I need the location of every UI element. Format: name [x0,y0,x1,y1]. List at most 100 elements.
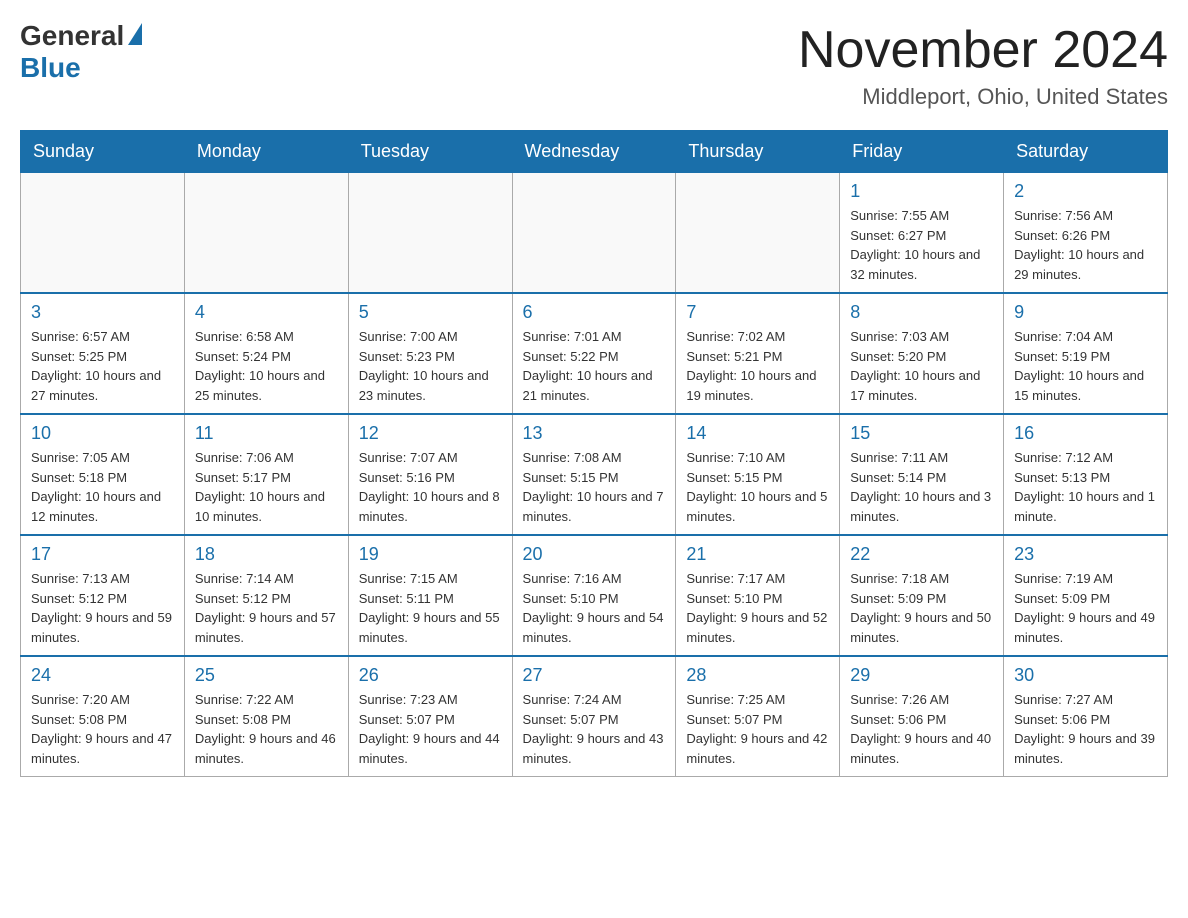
day-number: 8 [850,302,993,323]
day-info: Sunrise: 7:06 AMSunset: 5:17 PMDaylight:… [195,448,338,526]
location-text: Middleport, Ohio, United States [798,84,1168,110]
calendar-cell [676,173,840,294]
day-info: Sunrise: 7:55 AMSunset: 6:27 PMDaylight:… [850,206,993,284]
day-info: Sunrise: 7:00 AMSunset: 5:23 PMDaylight:… [359,327,502,405]
day-number: 19 [359,544,502,565]
calendar-header-wednesday: Wednesday [512,131,676,173]
logo: General Blue [20,20,142,84]
calendar-header-thursday: Thursday [676,131,840,173]
calendar-cell: 25Sunrise: 7:22 AMSunset: 5:08 PMDayligh… [184,656,348,777]
day-number: 18 [195,544,338,565]
day-number: 9 [1014,302,1157,323]
day-info: Sunrise: 7:17 AMSunset: 5:10 PMDaylight:… [686,569,829,647]
calendar-cell: 28 Sunrise: 7:25 AMSunset: 5:07 PMDayligh… [676,656,840,777]
day-info: Sunrise: 7:20 AMSunset: 5:08 PMDaylight:… [31,690,174,768]
calendar-cell: 8 Sunrise: 7:03 AMSunset: 5:20 PMDaylight… [840,293,1004,414]
calendar-cell: 14 Sunrise: 7:10 AMSunset: 5:15 PMDayligh… [676,414,840,535]
calendar-cell: 24 Sunrise: 7:20 AMSunset: 5:08 PMDayligh… [21,656,185,777]
calendar-cell: 7 Sunrise: 7:02 AMSunset: 5:21 PMDaylight… [676,293,840,414]
calendar-cell: 23 Sunrise: 7:19 AMSunset: 5:09 PMDayligh… [1004,535,1168,656]
day-number: 25 [195,665,338,686]
title-area: November 2024 Middleport, Ohio, United S… [798,20,1168,110]
day-number: 1 [850,181,993,202]
day-info: Sunrise: 7:05 AMSunset: 5:18 PMDaylight:… [31,448,174,526]
day-info: Sunrise: 7:27 AMSunset: 5:06 PMDaylight:… [1014,690,1157,768]
day-number: 7 [686,302,829,323]
calendar-cell: 13 Sunrise: 7:08 AMSunset: 5:15 PMDayligh… [512,414,676,535]
day-number: 2 [1014,181,1157,202]
day-info: Sunrise: 7:02 AMSunset: 5:21 PMDaylight:… [686,327,829,405]
day-info: Sunrise: 7:10 AMSunset: 5:15 PMDaylight:… [686,448,829,526]
day-info: Sunrise: 7:24 AMSunset: 5:07 PMDaylight:… [523,690,666,768]
day-info: Sunrise: 7:04 AMSunset: 5:19 PMDaylight:… [1014,327,1157,405]
day-info: Sunrise: 7:25 AMSunset: 5:07 PMDaylight:… [686,690,829,768]
day-number: 6 [523,302,666,323]
day-info: Sunrise: 7:15 AMSunset: 5:11 PMDaylight:… [359,569,502,647]
calendar-cell: 11Sunrise: 7:06 AMSunset: 5:17 PMDayligh… [184,414,348,535]
day-number: 15 [850,423,993,444]
day-number: 10 [31,423,174,444]
calendar-cell: 9 Sunrise: 7:04 AMSunset: 5:19 PMDaylight… [1004,293,1168,414]
calendar-header-monday: Monday [184,131,348,173]
calendar-cell [21,173,185,294]
day-info: Sunrise: 7:08 AMSunset: 5:15 PMDaylight:… [523,448,666,526]
day-info: Sunrise: 7:11 AMSunset: 5:14 PMDaylight:… [850,448,993,526]
day-number: 26 [359,665,502,686]
calendar-week-row: 1 Sunrise: 7:55 AMSunset: 6:27 PMDaylight… [21,173,1168,294]
day-number: 3 [31,302,174,323]
calendar-cell: 19 Sunrise: 7:15 AMSunset: 5:11 PMDayligh… [348,535,512,656]
calendar-cell: 20 Sunrise: 7:16 AMSunset: 5:10 PMDayligh… [512,535,676,656]
calendar-cell: 18 Sunrise: 7:14 AMSunset: 5:12 PMDayligh… [184,535,348,656]
calendar-cell: 29 Sunrise: 7:26 AMSunset: 5:06 PMDayligh… [840,656,1004,777]
day-number: 23 [1014,544,1157,565]
day-info: Sunrise: 6:58 AMSunset: 5:24 PMDaylight:… [195,327,338,405]
day-info: Sunrise: 7:14 AMSunset: 5:12 PMDaylight:… [195,569,338,647]
day-number: 20 [523,544,666,565]
page-header: General Blue November 2024 Middleport, O… [20,20,1168,110]
logo-blue-text: Blue [20,52,81,84]
day-number: 5 [359,302,502,323]
calendar-table: SundayMondayTuesdayWednesdayThursdayFrid… [20,130,1168,777]
calendar-cell: 2 Sunrise: 7:56 AMSunset: 6:26 PMDaylight… [1004,173,1168,294]
day-info: Sunrise: 7:13 AMSunset: 5:12 PMDaylight:… [31,569,174,647]
calendar-cell [512,173,676,294]
day-info: Sunrise: 7:01 AMSunset: 5:22 PMDaylight:… [523,327,666,405]
logo-general-text: General [20,20,124,52]
calendar-week-row: 3 Sunrise: 6:57 AMSunset: 5:25 PMDaylight… [21,293,1168,414]
day-info: Sunrise: 7:23 AMSunset: 5:07 PMDaylight:… [359,690,502,768]
calendar-week-row: 17 Sunrise: 7:13 AMSunset: 5:12 PMDayligh… [21,535,1168,656]
day-number: 28 [686,665,829,686]
day-number: 16 [1014,423,1157,444]
month-title: November 2024 [798,20,1168,80]
calendar-cell: 10 Sunrise: 7:05 AMSunset: 5:18 PMDayligh… [21,414,185,535]
calendar-cell [348,173,512,294]
calendar-cell: 17 Sunrise: 7:13 AMSunset: 5:12 PMDayligh… [21,535,185,656]
day-number: 14 [686,423,829,444]
day-number: 21 [686,544,829,565]
calendar-cell: 30 Sunrise: 7:27 AMSunset: 5:06 PMDayligh… [1004,656,1168,777]
day-number: 17 [31,544,174,565]
day-number: 22 [850,544,993,565]
day-number: 24 [31,665,174,686]
calendar-cell: 21 Sunrise: 7:17 AMSunset: 5:10 PMDayligh… [676,535,840,656]
logo-triangle-icon [128,23,142,45]
day-info: Sunrise: 7:56 AMSunset: 6:26 PMDaylight:… [1014,206,1157,284]
day-info: Sunrise: 7:16 AMSunset: 5:10 PMDaylight:… [523,569,666,647]
day-info: Sunrise: 7:26 AMSunset: 5:06 PMDaylight:… [850,690,993,768]
calendar-cell: 6 Sunrise: 7:01 AMSunset: 5:22 PMDaylight… [512,293,676,414]
day-number: 30 [1014,665,1157,686]
day-number: 29 [850,665,993,686]
calendar-header-friday: Friday [840,131,1004,173]
calendar-header-saturday: Saturday [1004,131,1168,173]
calendar-cell: 27Sunrise: 7:24 AMSunset: 5:07 PMDayligh… [512,656,676,777]
calendar-cell: 15 Sunrise: 7:11 AMSunset: 5:14 PMDayligh… [840,414,1004,535]
day-info: Sunrise: 7:12 AMSunset: 5:13 PMDaylight:… [1014,448,1157,526]
day-info: Sunrise: 7:19 AMSunset: 5:09 PMDaylight:… [1014,569,1157,647]
calendar-cell: 4 Sunrise: 6:58 AMSunset: 5:24 PMDaylight… [184,293,348,414]
calendar-header-row: SundayMondayTuesdayWednesdayThursdayFrid… [21,131,1168,173]
day-info: Sunrise: 6:57 AMSunset: 5:25 PMDaylight:… [31,327,174,405]
calendar-cell: 3 Sunrise: 6:57 AMSunset: 5:25 PMDaylight… [21,293,185,414]
day-number: 13 [523,423,666,444]
day-info: Sunrise: 7:03 AMSunset: 5:20 PMDaylight:… [850,327,993,405]
day-number: 4 [195,302,338,323]
